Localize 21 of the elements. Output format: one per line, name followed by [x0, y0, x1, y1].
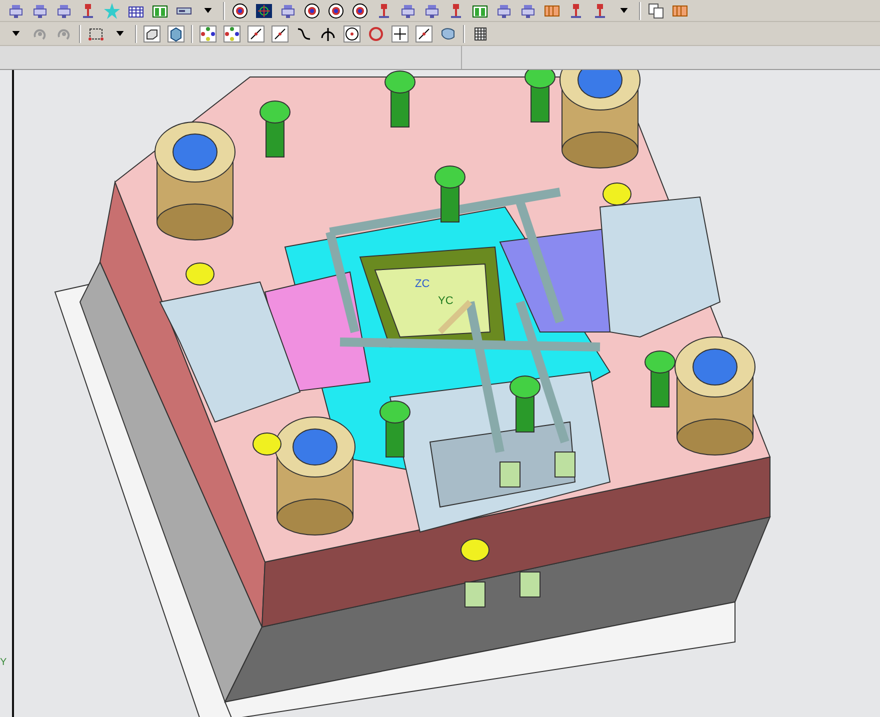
points-icon	[199, 24, 217, 42]
axis-label: YC	[438, 295, 454, 307]
points-icon	[223, 24, 241, 42]
circle-point-icon	[343, 24, 361, 42]
disc-icon	[303, 2, 321, 20]
axis-label: ZC	[415, 278, 430, 290]
crosshair-icon	[391, 24, 409, 42]
axis-label: Y	[0, 658, 7, 668]
disc-icon	[231, 2, 249, 20]
disc-icon	[351, 2, 369, 20]
cube-icon	[167, 24, 185, 42]
target-icon	[255, 2, 273, 20]
dropdown-caret-icon	[620, 8, 628, 13]
box-icon	[143, 24, 161, 42]
dropdown-caret-icon	[204, 8, 212, 13]
circle-icon	[367, 24, 385, 42]
copy-icon	[647, 2, 665, 20]
dropdown-caret-icon	[12, 31, 20, 36]
disc-icon	[327, 2, 345, 20]
star-icon	[103, 2, 121, 20]
dropdown-caret-icon	[116, 31, 124, 36]
